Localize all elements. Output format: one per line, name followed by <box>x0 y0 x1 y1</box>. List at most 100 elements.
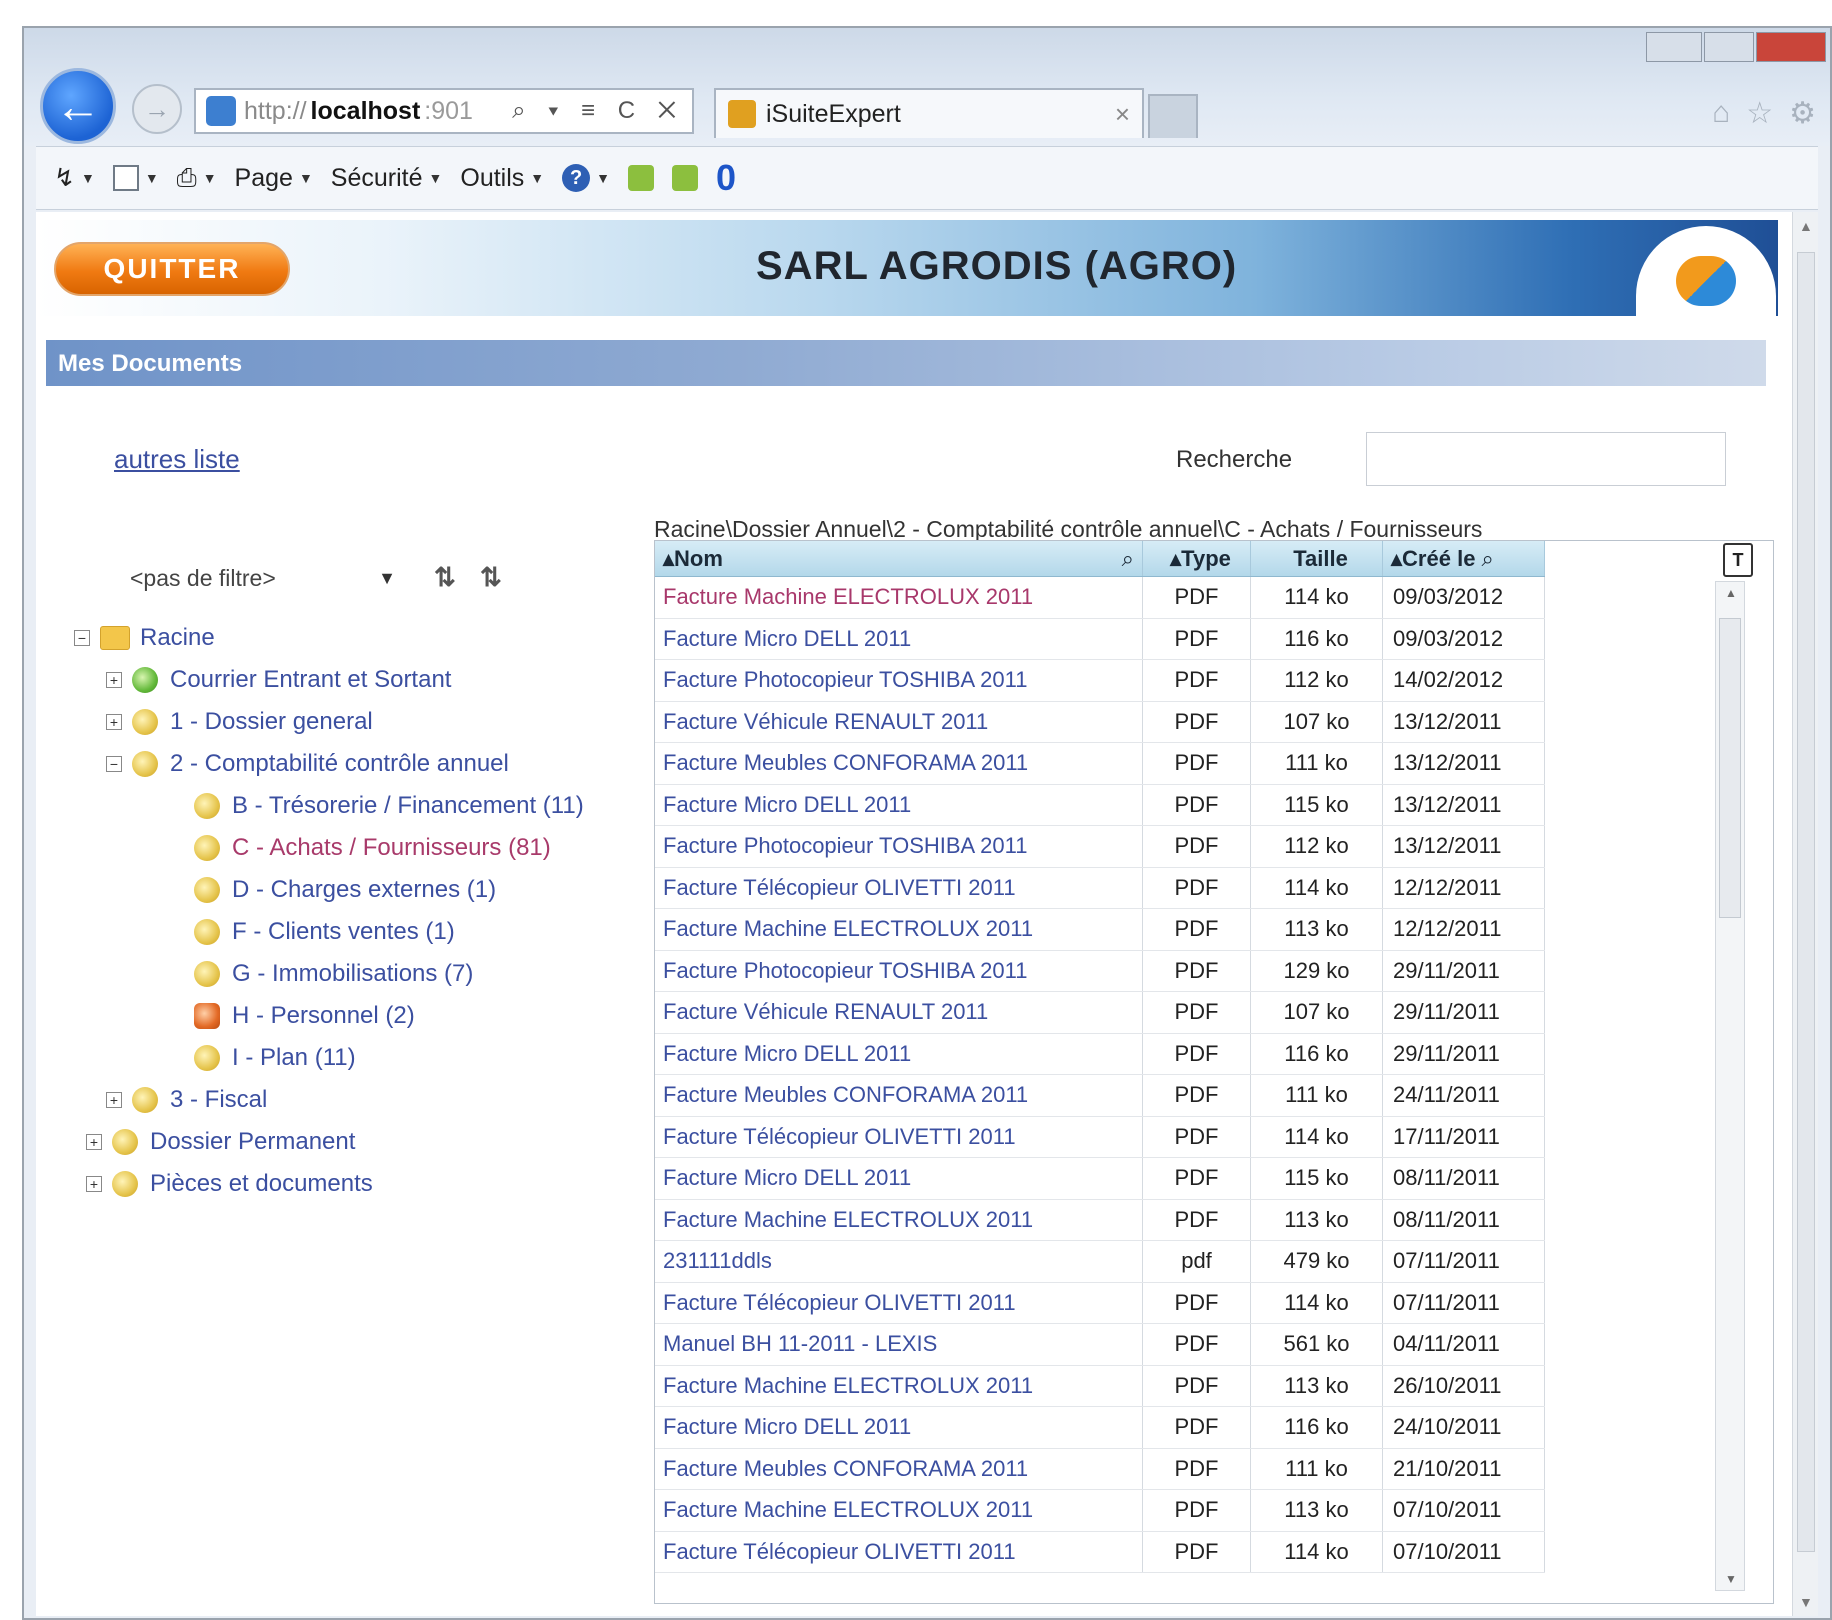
table-row[interactable]: Facture Micro DELL 2011 PDF 116 ko 09/03/20… <box>655 618 1545 660</box>
expand-toggle-icon[interactable]: + <box>86 1134 102 1150</box>
cell-name[interactable]: Facture Photocopieur TOSHIBA 2011 <box>655 950 1143 991</box>
cell-name[interactable]: Facture Micro DELL 2011 <box>655 1158 1143 1199</box>
tree-node-dossier-permanent[interactable]: + Dossier Permanent <box>86 1124 355 1160</box>
table-row[interactable]: Facture Micro DELL 2011 PDF 116 ko 29/11/20… <box>655 1033 1545 1075</box>
table-row[interactable]: Facture Machine ELECTROLUX 2011 PDF 113 ko… <box>655 909 1545 951</box>
table-row[interactable]: Facture Machine ELECTROLUX 2011 PDF 114 ko… <box>655 577 1545 619</box>
table-row[interactable]: Facture Télécopieur OLIVETTI 2011 PDF 114 … <box>655 1282 1545 1324</box>
cell-name[interactable]: Facture Micro DELL 2011 <box>655 1033 1143 1074</box>
back-link[interactable]: autres liste <box>114 444 240 475</box>
tree-node-racine[interactable]: − Racine <box>74 620 215 656</box>
table-row[interactable]: Facture Meubles CONFORAMA 2011 PDF 111 ko 1… <box>655 743 1545 785</box>
expand-toggle-icon[interactable]: + <box>86 1176 102 1192</box>
address-bar[interactable]: http:// localhost :901 ⌕ ▾ ≡ C ✕ <box>194 88 694 134</box>
column-header-size[interactable]: Taille <box>1251 541 1383 576</box>
table-row[interactable]: Facture Télécopieur OLIVETTI 2011 PDF 114 … <box>655 1116 1545 1158</box>
tree-node-clients-ventes[interactable]: F - Clients ventes (1) <box>194 914 455 950</box>
page-menu[interactable]: Page ▼ <box>235 164 313 193</box>
filter-icon[interactable]: ⌕ <box>1481 546 1493 572</box>
cell-name[interactable]: 231111ddls <box>655 1241 1143 1282</box>
print-button[interactable]: ⎙ ▼ <box>177 164 217 193</box>
page-scroll-thumb[interactable] <box>1797 252 1815 1552</box>
table-row[interactable]: Facture Machine ELECTROLUX 2011 PDF 113 ko… <box>655 1365 1545 1407</box>
tree-node-courrier[interactable]: + Courrier Entrant et Sortant <box>106 662 451 698</box>
cell-name[interactable]: Facture Machine ELECTROLUX 2011 <box>655 577 1143 618</box>
cell-name[interactable]: Facture Photocopieur TOSHIBA 2011 <box>655 826 1143 867</box>
help-button[interactable]: ? ▼ <box>562 164 610 192</box>
table-row[interactable]: Facture Photocopieur TOSHIBA 2011 PDF 112 … <box>655 660 1545 702</box>
cell-name[interactable]: Facture Véhicule RENAULT 2011 <box>655 992 1143 1033</box>
addon-button-2[interactable] <box>672 165 698 191</box>
quit-button[interactable]: QUITTER <box>54 242 290 296</box>
scroll-up-icon[interactable]: ▲ <box>1799 218 1813 234</box>
tree-node-immobilisations[interactable]: G - Immobilisations (7) <box>194 956 473 992</box>
column-header-type[interactable]: ▴Type <box>1143 541 1251 576</box>
minimize-button[interactable] <box>1646 32 1702 62</box>
table-row[interactable]: Facture Véhicule RENAULT 2011 PDF 107 ko 29… <box>655 992 1545 1034</box>
grid-scroll-thumb[interactable] <box>1719 618 1741 918</box>
table-row[interactable]: Facture Photocopieur TOSHIBA 2011 PDF 112 … <box>655 826 1545 868</box>
table-row[interactable]: Facture Photocopieur TOSHIBA 2011 PDF 129 … <box>655 950 1545 992</box>
cell-name[interactable]: Facture Machine ELECTROLUX 2011 <box>655 909 1143 950</box>
addon-button-3[interactable]: 0 <box>716 157 736 199</box>
home-icon[interactable]: ⌂ <box>1712 96 1730 131</box>
grid-scrollbar[interactable]: ▲ ▼ <box>1715 581 1745 1591</box>
tree-node-comptabilite[interactable]: − 2 - Comptabilité contrôle annuel <box>106 746 509 782</box>
table-row[interactable]: Facture Meubles CONFORAMA 2011 PDF 111 ko 2… <box>655 1448 1545 1490</box>
cell-name[interactable]: Facture Machine ELECTROLUX 2011 <box>655 1199 1143 1240</box>
back-button[interactable]: ← <box>40 68 116 144</box>
table-row[interactable]: Facture Micro DELL 2011 PDF 116 ko 24/10/20… <box>655 1407 1545 1449</box>
tree-node-personnel[interactable]: H - Personnel (2) <box>194 998 415 1034</box>
collapse-toggle-icon[interactable]: − <box>74 630 90 646</box>
tree-filter-select[interactable]: <pas de filtre> ▼ <box>116 556 406 600</box>
settings-gear-icon[interactable]: ⚙ <box>1789 96 1816 131</box>
favorites-star-icon[interactable]: ☆ <box>1746 96 1773 131</box>
tree-node-pieces-documents[interactable]: + Pièces et documents <box>86 1166 373 1202</box>
cell-name[interactable]: Facture Micro DELL 2011 <box>655 784 1143 825</box>
close-window-button[interactable] <box>1756 32 1826 62</box>
cell-name[interactable]: Facture Machine ELECTROLUX 2011 <box>655 1490 1143 1531</box>
table-row[interactable]: Facture Véhicule RENAULT 2011 PDF 107 ko 13… <box>655 701 1545 743</box>
expand-toggle-icon[interactable]: + <box>106 672 122 688</box>
read-mail-button[interactable]: ▼ <box>112 165 159 191</box>
expand-toggle-icon[interactable]: + <box>106 1092 122 1108</box>
cell-name[interactable]: Facture Machine ELECTROLUX 2011 <box>655 1365 1143 1406</box>
security-menu[interactable]: Sécurité ▼ <box>331 164 443 193</box>
feeds-button[interactable]: ↯ ▼ <box>54 163 95 193</box>
cell-name[interactable]: Facture Télécopieur OLIVETTI 2011 <box>655 867 1143 908</box>
address-actions-icons[interactable]: ⌕ ▾ ≡ C ✕ <box>512 97 684 125</box>
expand-toggle-icon[interactable]: + <box>106 714 122 730</box>
scroll-down-icon[interactable]: ▼ <box>1725 1572 1737 1586</box>
cell-name[interactable]: Facture Télécopieur OLIVETTI 2011 <box>655 1282 1143 1323</box>
cell-name[interactable]: Facture Micro DELL 2011 <box>655 618 1143 659</box>
tree-node-dossier-general[interactable]: + 1 - Dossier general <box>106 704 373 740</box>
tree-node-tresorerie[interactable]: B - Trésorerie / Financement (11) <box>194 788 584 824</box>
page-scrollbar[interactable]: ▲ ▼ <box>1792 212 1818 1616</box>
cell-name[interactable]: Facture Meubles CONFORAMA 2011 <box>655 743 1143 784</box>
tree-node-fiscal[interactable]: + 3 - Fiscal <box>106 1082 267 1118</box>
scroll-down-icon[interactable]: ▼ <box>1799 1594 1813 1610</box>
table-row[interactable]: Manuel BH 11-2011 - LEXIS PDF 561 ko 04/11/… <box>655 1324 1545 1366</box>
cell-name[interactable]: Facture Véhicule RENAULT 2011 <box>655 701 1143 742</box>
clear-filter-icon[interactable]: T <box>1723 543 1753 577</box>
tree-node-charges-externes[interactable]: D - Charges externes (1) <box>194 872 496 908</box>
expand-tree-button[interactable]: ⇅ <box>480 562 502 593</box>
tab-close-icon[interactable]: × <box>1115 99 1130 130</box>
table-row[interactable]: Facture Télécopieur OLIVETTI 2011 PDF 114 … <box>655 867 1545 909</box>
column-header-date[interactable]: ▴Créé le ⌕ <box>1383 541 1545 576</box>
table-row[interactable]: 231111ddls pdf 479 ko 07/11/2011 <box>655 1241 1545 1283</box>
table-row[interactable]: Facture Micro DELL 2011 PDF 115 ko 08/11/20… <box>655 1158 1545 1200</box>
table-row[interactable]: Facture Meubles CONFORAMA 2011 PDF 111 ko 2… <box>655 1075 1545 1117</box>
forward-button[interactable]: → <box>132 84 182 134</box>
cell-name[interactable]: Facture Micro DELL 2011 <box>655 1407 1143 1448</box>
table-row[interactable]: Facture Télécopieur OLIVETTI 2011 PDF 114 … <box>655 1531 1545 1573</box>
filter-icon[interactable]: ⌕ <box>1122 546 1134 572</box>
column-header-name[interactable]: ▴Nom ⌕ <box>655 541 1143 576</box>
tree-node-achats-fournisseurs[interactable]: C - Achats / Fournisseurs (81) <box>194 830 551 866</box>
maximize-button[interactable] <box>1704 32 1754 62</box>
cell-name[interactable]: Facture Meubles CONFORAMA 2011 <box>655 1075 1143 1116</box>
new-tab-button[interactable] <box>1148 94 1198 138</box>
table-row[interactable]: Facture Machine ELECTROLUX 2011 PDF 113 ko… <box>655 1199 1545 1241</box>
cell-name[interactable]: Facture Meubles CONFORAMA 2011 <box>655 1448 1143 1489</box>
cell-name[interactable]: Manuel BH 11-2011 - LEXIS <box>655 1324 1143 1365</box>
